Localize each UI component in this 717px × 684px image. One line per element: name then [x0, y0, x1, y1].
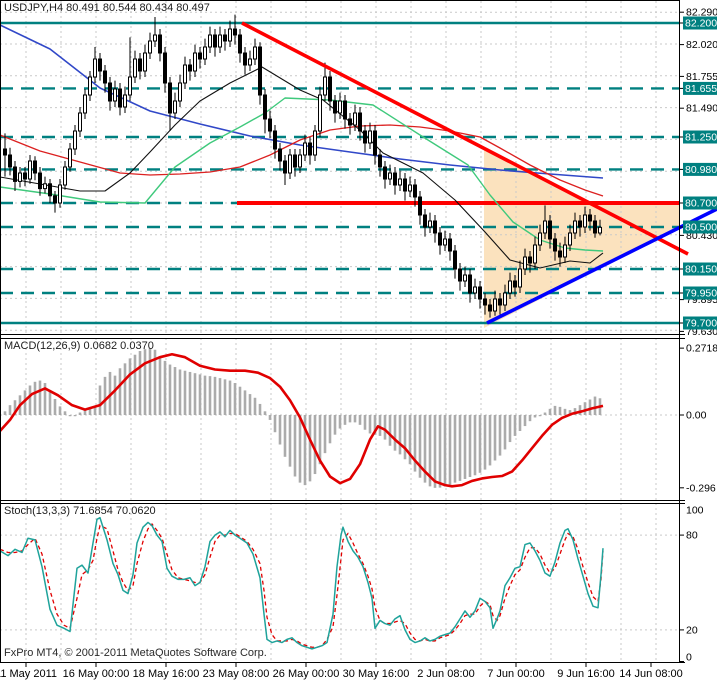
price-axis-badge-label: 80.980 [685, 164, 717, 176]
price-axis-label: 82.020 [686, 39, 717, 51]
stoch-axis-label: 80 [686, 530, 698, 542]
price-axis-label: 81.490 [686, 103, 717, 115]
macd-axis-label: -0.296 [686, 482, 716, 494]
price-axis-badge-label: 82.200 [685, 18, 717, 30]
time-axis-label: 16 May 00:00 [63, 668, 130, 680]
price-axis-badge-label: 81.250 [685, 132, 717, 144]
time-axis-label: 2 Jun 08:00 [417, 668, 475, 680]
stoch-indicator-label: Stoch(13,3,3) 71.6854 70.0620 [4, 505, 156, 517]
macd-axis-label: 0.2718 [686, 343, 717, 355]
time-axis-label: 9 Jun 16:00 [557, 668, 615, 680]
branding-text: FxPro MT4, © 2001-2011 MetaQuotes Softwa… [4, 647, 267, 659]
time-axis-label: 30 May 16:00 [343, 668, 410, 680]
price-axis-badge-label: 80.500 [685, 222, 717, 234]
stoch-axis-label: 100 [686, 505, 704, 517]
stoch-axis-label: 20 [686, 624, 698, 636]
time-axis-label: 23 May 08:00 [203, 668, 270, 680]
time-axis-label: 18 May 16:00 [133, 668, 200, 680]
symbol-period-ohlc-title: USDJPY,H4 80.491 80.544 80.434 80.497 [4, 2, 210, 14]
price-axis-label: 81.755 [686, 71, 717, 83]
price-axis-badge-label: 80.700 [685, 198, 717, 210]
price-axis-badge-label: 80.150 [685, 264, 717, 276]
time-axis-label: 26 May 00:00 [273, 668, 340, 680]
price-axis-badge-label: 81.655 [685, 83, 717, 95]
macd-indicator-label: MACD(12,26,9) 0.0682 0.0370 [4, 340, 154, 352]
price-axis-badge-label: 79.700 [685, 318, 717, 330]
stoch-axis-label: 0 [686, 652, 692, 664]
time-axis-label: 14 Jun 08:00 [619, 668, 683, 680]
time-axis-label: 11 May 2011 [0, 668, 57, 680]
macd-axis-label: 0.00 [686, 410, 707, 422]
time-axis-label: 7 Jun 00:00 [487, 668, 545, 680]
price-axis-badge-label: 79.950 [685, 288, 717, 300]
mt4-chart-window: 82.290 82.020 81.755 81.490 80.430 79.895 79.6… [0, 0, 717, 684]
